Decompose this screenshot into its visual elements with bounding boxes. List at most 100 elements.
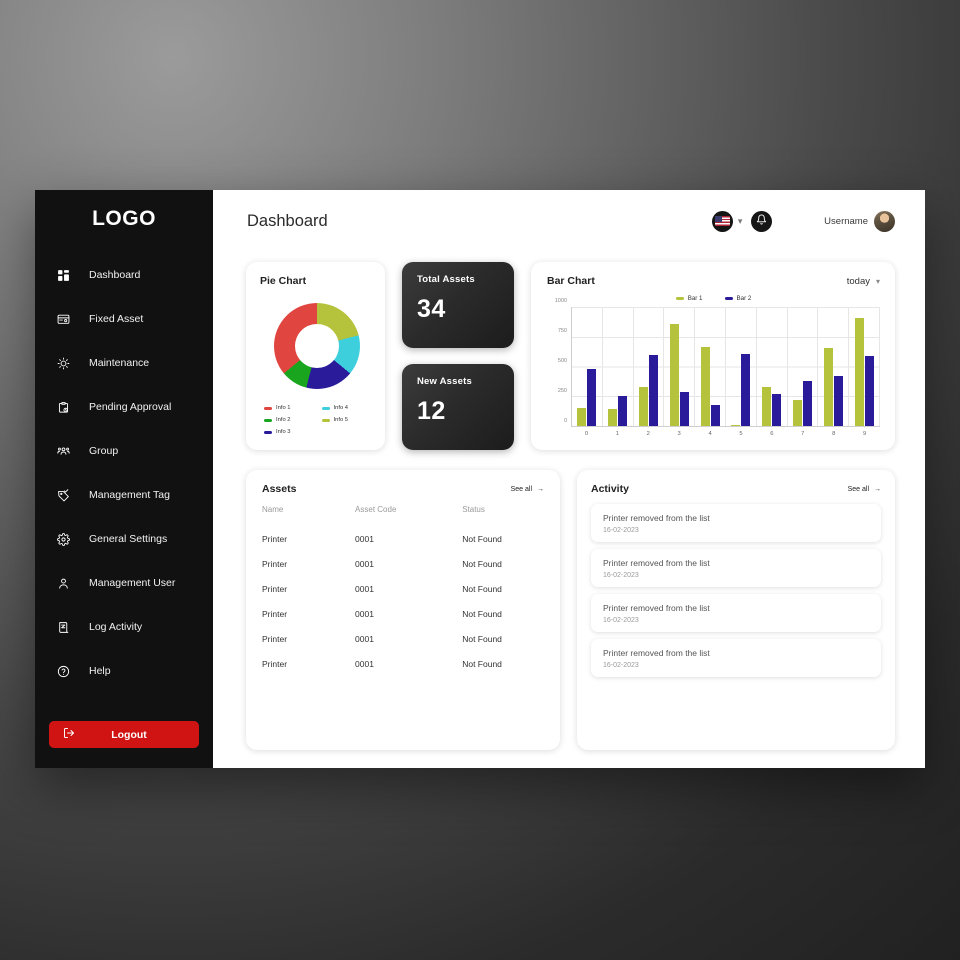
y-axis-tick: 250: [557, 388, 567, 394]
bar-chart-title: Bar Chart: [547, 275, 595, 287]
notification-button[interactable]: [751, 210, 773, 232]
stat-cards: Total Assets 34 New Assets 12: [402, 262, 514, 450]
sidebar-item-management-user[interactable]: Management User: [35, 570, 213, 596]
sidebar-item-label: Management Tag: [89, 489, 170, 501]
bar-bar-2[interactable]: [679, 391, 689, 426]
stat-card-total-assets: Total Assets 34: [402, 262, 514, 348]
asset-name: Printer: [262, 533, 288, 544]
stat-label: Total Assets: [417, 274, 475, 285]
asset-status: Not Found: [462, 583, 502, 594]
legend-swatch: [321, 418, 330, 422]
arrow-right-icon: →: [537, 485, 544, 493]
y-axis-tick: 1000: [554, 298, 567, 304]
y-axis: 0 250 500 750 1000: [547, 298, 571, 441]
bar-bar-2[interactable]: [741, 354, 751, 426]
sidebar-item-label: Maintenance: [89, 357, 150, 369]
bar-bar-1[interactable]: [638, 386, 648, 426]
table-row[interactable]: Printer 0001 Not Found: [262, 551, 544, 576]
sidebar-item-dashboard[interactable]: Dashboard: [35, 262, 213, 288]
x-axis-tick: 4: [708, 431, 712, 437]
bar-bar-1[interactable]: [669, 323, 679, 426]
donut-chart-container: [260, 287, 373, 400]
bar-bar-2[interactable]: [833, 376, 843, 426]
sidebar-item-fixed-asset[interactable]: Fixed Asset: [35, 306, 213, 332]
bar-bar-1[interactable]: [792, 399, 802, 426]
bar-bar-2[interactable]: [710, 404, 720, 426]
top-row: Pie Chart Info 1 Info 2 Info 3 Info 4 Info 5…: [246, 262, 895, 450]
bar-bar-2[interactable]: [802, 381, 812, 426]
clipboard-clock-icon: [57, 398, 79, 416]
assets-table: Name Asset Code Status Printer 0001 Not Foun…: [262, 505, 544, 676]
sidebar-item-group[interactable]: Group: [35, 438, 213, 464]
activity-text: Printer removed from the list: [603, 648, 710, 658]
bar-bar-1[interactable]: [823, 348, 833, 426]
y-axis-tick: 500: [557, 358, 567, 364]
activity-date: 16-02-2023: [603, 527, 639, 534]
logout-button[interactable]: Logout: [49, 721, 199, 748]
sidebar-item-management-tag[interactable]: Management Tag: [35, 482, 213, 508]
activity-item[interactable]: Printer removed from the list 16-02-2023: [591, 549, 881, 587]
bar-bar-2[interactable]: [587, 368, 597, 426]
see-all-label: See all: [847, 485, 869, 493]
legend-label: Info 3: [276, 429, 291, 435]
y-axis-tick: 0: [563, 418, 567, 424]
table-header-row: Name Asset Code Status: [262, 505, 544, 526]
pie-legend-item: Info 3: [264, 426, 316, 438]
bar-bar-2[interactable]: [864, 355, 874, 426]
sidebar-item-label: Group: [89, 445, 119, 457]
bar-bar-1[interactable]: [608, 408, 618, 426]
main-area: Dashboard ▾ Username Pie Chart Info 1 In…: [213, 190, 925, 768]
avatar[interactable]: [874, 210, 895, 232]
sidebar-item-pending-approval[interactable]: Pending Approval: [35, 394, 213, 420]
assets-card: Assets See all → Name Asset Code Status Pr…: [246, 470, 560, 750]
activity-item[interactable]: Printer removed from the list 16-02-2023: [591, 504, 881, 542]
bar-bar-1[interactable]: [700, 346, 710, 426]
table-row[interactable]: Printer 0001 Not Found: [262, 626, 544, 651]
sidebar-item-help[interactable]: Help: [35, 658, 213, 684]
activity-text: Printer removed from the list: [603, 513, 710, 523]
legend-label: Info 4: [333, 405, 349, 411]
arrow-right-icon: →: [874, 485, 881, 493]
legend-swatch: [264, 418, 272, 422]
logout-label: Logout: [111, 728, 147, 741]
activity-see-all-link[interactable]: See all →: [848, 486, 881, 493]
sidebar-item-maintenance[interactable]: Maintenance: [35, 350, 213, 376]
bell-icon: [756, 212, 767, 230]
sidebar-item-log-activity[interactable]: Log Activity: [35, 614, 213, 640]
bar-legend-item: Bar 2: [724, 295, 752, 302]
assets-table-body: Printer 0001 Not Found Printer 0001 Not Found…: [262, 526, 544, 676]
bar-chart-legend: Bar 1 Bar 2: [547, 295, 880, 302]
table-row[interactable]: Printer 0001 Not Found: [262, 651, 544, 676]
table-row[interactable]: Printer 0001 Not Found: [262, 601, 544, 626]
x-axis-tick: 9: [862, 431, 867, 437]
activity-title: Activity: [591, 483, 629, 495]
bottom-row: Assets See all → Name Asset Code Status Pr…: [246, 470, 895, 750]
bar-bar-2[interactable]: [772, 394, 782, 426]
table-row[interactable]: Printer 0001 Not Found: [262, 526, 544, 551]
sidebar-item-label: Fixed Asset: [89, 313, 144, 325]
bar-chart-period-dropdown[interactable]: today ▾: [847, 276, 880, 287]
bar-bar-2[interactable]: [618, 395, 628, 426]
activity-text: Printer removed from the list: [603, 558, 710, 568]
bar-bar-1[interactable]: [762, 387, 772, 426]
bar-bar-1[interactable]: [577, 407, 587, 426]
bar-group: [818, 307, 850, 426]
group-people-icon: [57, 442, 79, 460]
sidebar-item-general-settings[interactable]: General Settings: [35, 526, 213, 552]
activity-item[interactable]: Printer removed from the list 16-02-2023: [591, 594, 881, 632]
activity-item[interactable]: Printer removed from the list 16-02-2023: [591, 639, 881, 677]
assets-see-all-link[interactable]: See all →: [511, 486, 544, 493]
bar-bar-2[interactable]: [648, 355, 658, 426]
column-header: Asset Code: [355, 505, 397, 514]
column-header: Name: [262, 505, 284, 514]
legend-label: Bar 2: [736, 295, 752, 302]
chevron-down-icon[interactable]: ▾: [733, 216, 747, 227]
asset-code: 0001: [355, 583, 374, 594]
table-row[interactable]: Printer 0001 Not Found: [262, 576, 544, 601]
bar-bar-1[interactable]: [731, 425, 741, 426]
bar-bar-1[interactable]: [854, 317, 864, 426]
bar-legend-item: Bar 1: [675, 295, 703, 302]
legend-label: Info 5: [333, 417, 349, 423]
asset-name: Printer: [262, 558, 288, 569]
language-selector[interactable]: [712, 210, 734, 232]
